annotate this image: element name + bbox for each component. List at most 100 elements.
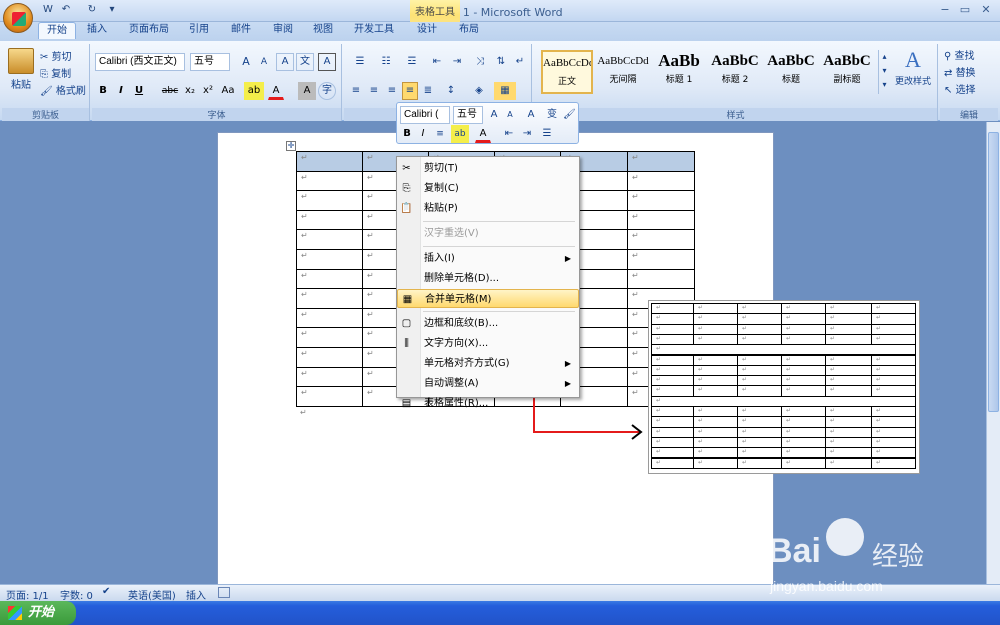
menu-item[interactable]: ⎘ 复制(C) <box>397 179 579 198</box>
tab-review[interactable]: 审阅 <box>268 22 298 39</box>
mini-font-color-icon[interactable]: A <box>475 125 491 143</box>
customize-qat-icon[interactable]: ▾ <box>104 3 120 17</box>
table-cell[interactable]: ↵ <box>296 249 363 270</box>
borders-icon[interactable]: ▦ <box>494 82 516 100</box>
tab-page-layout[interactable]: 页面布局 <box>124 22 174 39</box>
grow-font-button[interactable]: A <box>238 53 254 71</box>
mini-bold-button[interactable]: B <box>400 125 414 143</box>
word-icon[interactable]: W <box>40 3 56 17</box>
italic-button[interactable]: I <box>113 82 129 100</box>
menu-item[interactable]: 📋 粘贴(P) <box>397 199 579 218</box>
change-case-button[interactable]: Aa <box>218 82 238 100</box>
mini-phonetic-icon[interactable]: 变 <box>545 106 559 124</box>
bullets-icon[interactable]: ☰ <box>348 53 372 71</box>
clear-format-button[interactable]: A <box>276 53 294 71</box>
mini-size-combo[interactable]: 五号 <box>453 106 483 124</box>
tab-home[interactable]: 开始 <box>38 22 76 39</box>
menu-item[interactable]: ✂ 剪切(T) <box>397 159 579 178</box>
minimize-button[interactable]: − <box>935 3 955 17</box>
tab-insert[interactable]: 插入 <box>82 22 112 39</box>
table-cell[interactable]: ↵ <box>296 151 363 172</box>
paste-icon[interactable] <box>8 48 34 74</box>
font-name-combo[interactable]: Calibri (西文正文) <box>95 53 185 71</box>
cut-button[interactable]: ✂ 剪切 <box>40 48 72 63</box>
mini-styles-icon[interactable]: A <box>521 106 541 124</box>
mini-increase-indent-icon[interactable]: ⇥ <box>519 125 535 143</box>
menu-item[interactable]: ▤ 表格属性(R)... <box>397 394 579 413</box>
vertical-scrollbar[interactable] <box>986 122 1000 584</box>
superscript-button[interactable]: x² <box>200 82 216 100</box>
style-subtitle[interactable]: AaBbC 副标题 <box>821 50 873 94</box>
menu-item[interactable]: ▢ 边框和底纹(B)... <box>397 314 579 333</box>
style-normal[interactable]: AaBbCcDd 正文 <box>541 50 593 94</box>
mini-italic-button[interactable]: I <box>416 125 430 143</box>
page-count[interactable]: 页面: 1/1 <box>6 587 49 602</box>
word-count[interactable]: 字数: 0 <box>60 587 93 602</box>
table-cell[interactable]: ↵ <box>296 307 363 329</box>
increase-indent-icon[interactable]: ⇥ <box>448 53 466 71</box>
paste-button[interactable]: 粘贴 <box>8 76 34 91</box>
mini-center-icon[interactable]: ≡ <box>433 125 447 143</box>
tab-view[interactable]: 视图 <box>308 22 338 39</box>
table-cell[interactable]: ↵ <box>296 190 363 211</box>
table-cell[interactable]: ↵ <box>627 229 695 250</box>
font-color-button[interactable]: A <box>268 82 284 100</box>
phonetic-guide-button[interactable]: 文 <box>296 53 314 71</box>
table-cell[interactable]: ↵ <box>627 151 695 172</box>
shrink-font-button[interactable]: A <box>256 53 272 71</box>
start-button[interactable]: 开始 <box>0 601 76 625</box>
underline-button[interactable]: U <box>131 82 147 100</box>
table-cell[interactable]: ↵ <box>627 249 695 270</box>
select-button[interactable]: ↖ 选择 <box>944 81 976 96</box>
format-painter-button[interactable]: 🖌 格式刷 <box>40 82 86 97</box>
justify-icon[interactable]: ≡ <box>402 82 418 100</box>
numbering-icon[interactable]: ☷ <box>374 53 398 71</box>
tab-layout[interactable]: 布局 <box>454 22 484 39</box>
char-shading-button[interactable]: A <box>298 82 316 100</box>
enclose-char-button[interactable]: 字 <box>318 82 336 100</box>
multilevel-list-icon[interactable]: ☲ <box>400 53 424 71</box>
font-size-combo[interactable]: 五号 <box>190 53 230 71</box>
table-cell[interactable]: ↵ <box>296 268 363 290</box>
decrease-indent-icon[interactable]: ⇤ <box>428 53 446 71</box>
menu-item[interactable]: 删除单元格(D)... <box>397 269 579 288</box>
table-cell[interactable]: ↵ <box>296 327 363 348</box>
line-spacing-icon[interactable]: ↕ <box>440 82 462 100</box>
change-styles-button[interactable]: A 更改样式 <box>892 46 934 94</box>
menu-item[interactable]: ⫼ 文字方向(X)... <box>397 334 579 353</box>
find-button[interactable]: ⚲ 查找 <box>944 47 975 62</box>
mini-format-painter-icon[interactable]: 🖌 <box>562 106 576 124</box>
table-cell[interactable]: ↵ <box>296 288 363 309</box>
table-cell[interactable]: ↵ <box>627 170 695 192</box>
bold-button[interactable]: B <box>95 82 111 100</box>
table-cell[interactable]: ↵ <box>296 347 363 368</box>
table-cell[interactable]: ↵ <box>627 190 695 211</box>
insert-mode[interactable]: 插入 <box>186 587 206 602</box>
proofing-icon[interactable]: ✔ <box>102 586 110 597</box>
table-cell[interactable]: ↵ <box>627 268 695 290</box>
table-cell[interactable]: ↵ <box>296 366 363 388</box>
close-button[interactable]: ✕ <box>976 3 996 17</box>
language-indicator[interactable]: 英语(美国) <box>128 587 176 602</box>
menu-item[interactable]: 自动调整(A) ▶ <box>397 374 579 393</box>
macro-record-icon[interactable] <box>218 587 230 598</box>
office-button[interactable] <box>3 3 33 33</box>
mini-highlight-icon[interactable]: ab <box>451 125 469 143</box>
table-cell[interactable]: ↵ <box>296 229 363 250</box>
mini-grow-font-icon[interactable]: A <box>487 106 501 124</box>
styles-scroll[interactable]: ▴ ▾ ▾ <box>878 50 890 94</box>
table-cell[interactable]: ↵ <box>627 209 695 231</box>
mini-shrink-font-icon[interactable]: A <box>503 106 517 124</box>
tab-developer[interactable]: 开发工具 <box>348 22 400 39</box>
style-heading-1[interactable]: AaBb 标题 1 <box>653 50 705 94</box>
menu-item[interactable]: 单元格对齐方式(G) ▶ <box>397 354 579 373</box>
align-center-icon[interactable]: ≡ <box>366 82 382 100</box>
align-right-icon[interactable]: ≡ <box>384 82 400 100</box>
redo-icon[interactable]: ↻ <box>84 3 100 17</box>
distributed-icon[interactable]: ≣ <box>420 82 436 100</box>
style-no-spacing[interactable]: AaBbCcDd 无间隔 <box>597 50 649 94</box>
sort-icon[interactable]: ⇅ <box>492 53 510 71</box>
tab-design[interactable]: 设计 <box>412 22 442 39</box>
undo-icon[interactable]: ↶ <box>58 3 74 17</box>
style-title[interactable]: AaBbC 标题 <box>765 50 817 94</box>
